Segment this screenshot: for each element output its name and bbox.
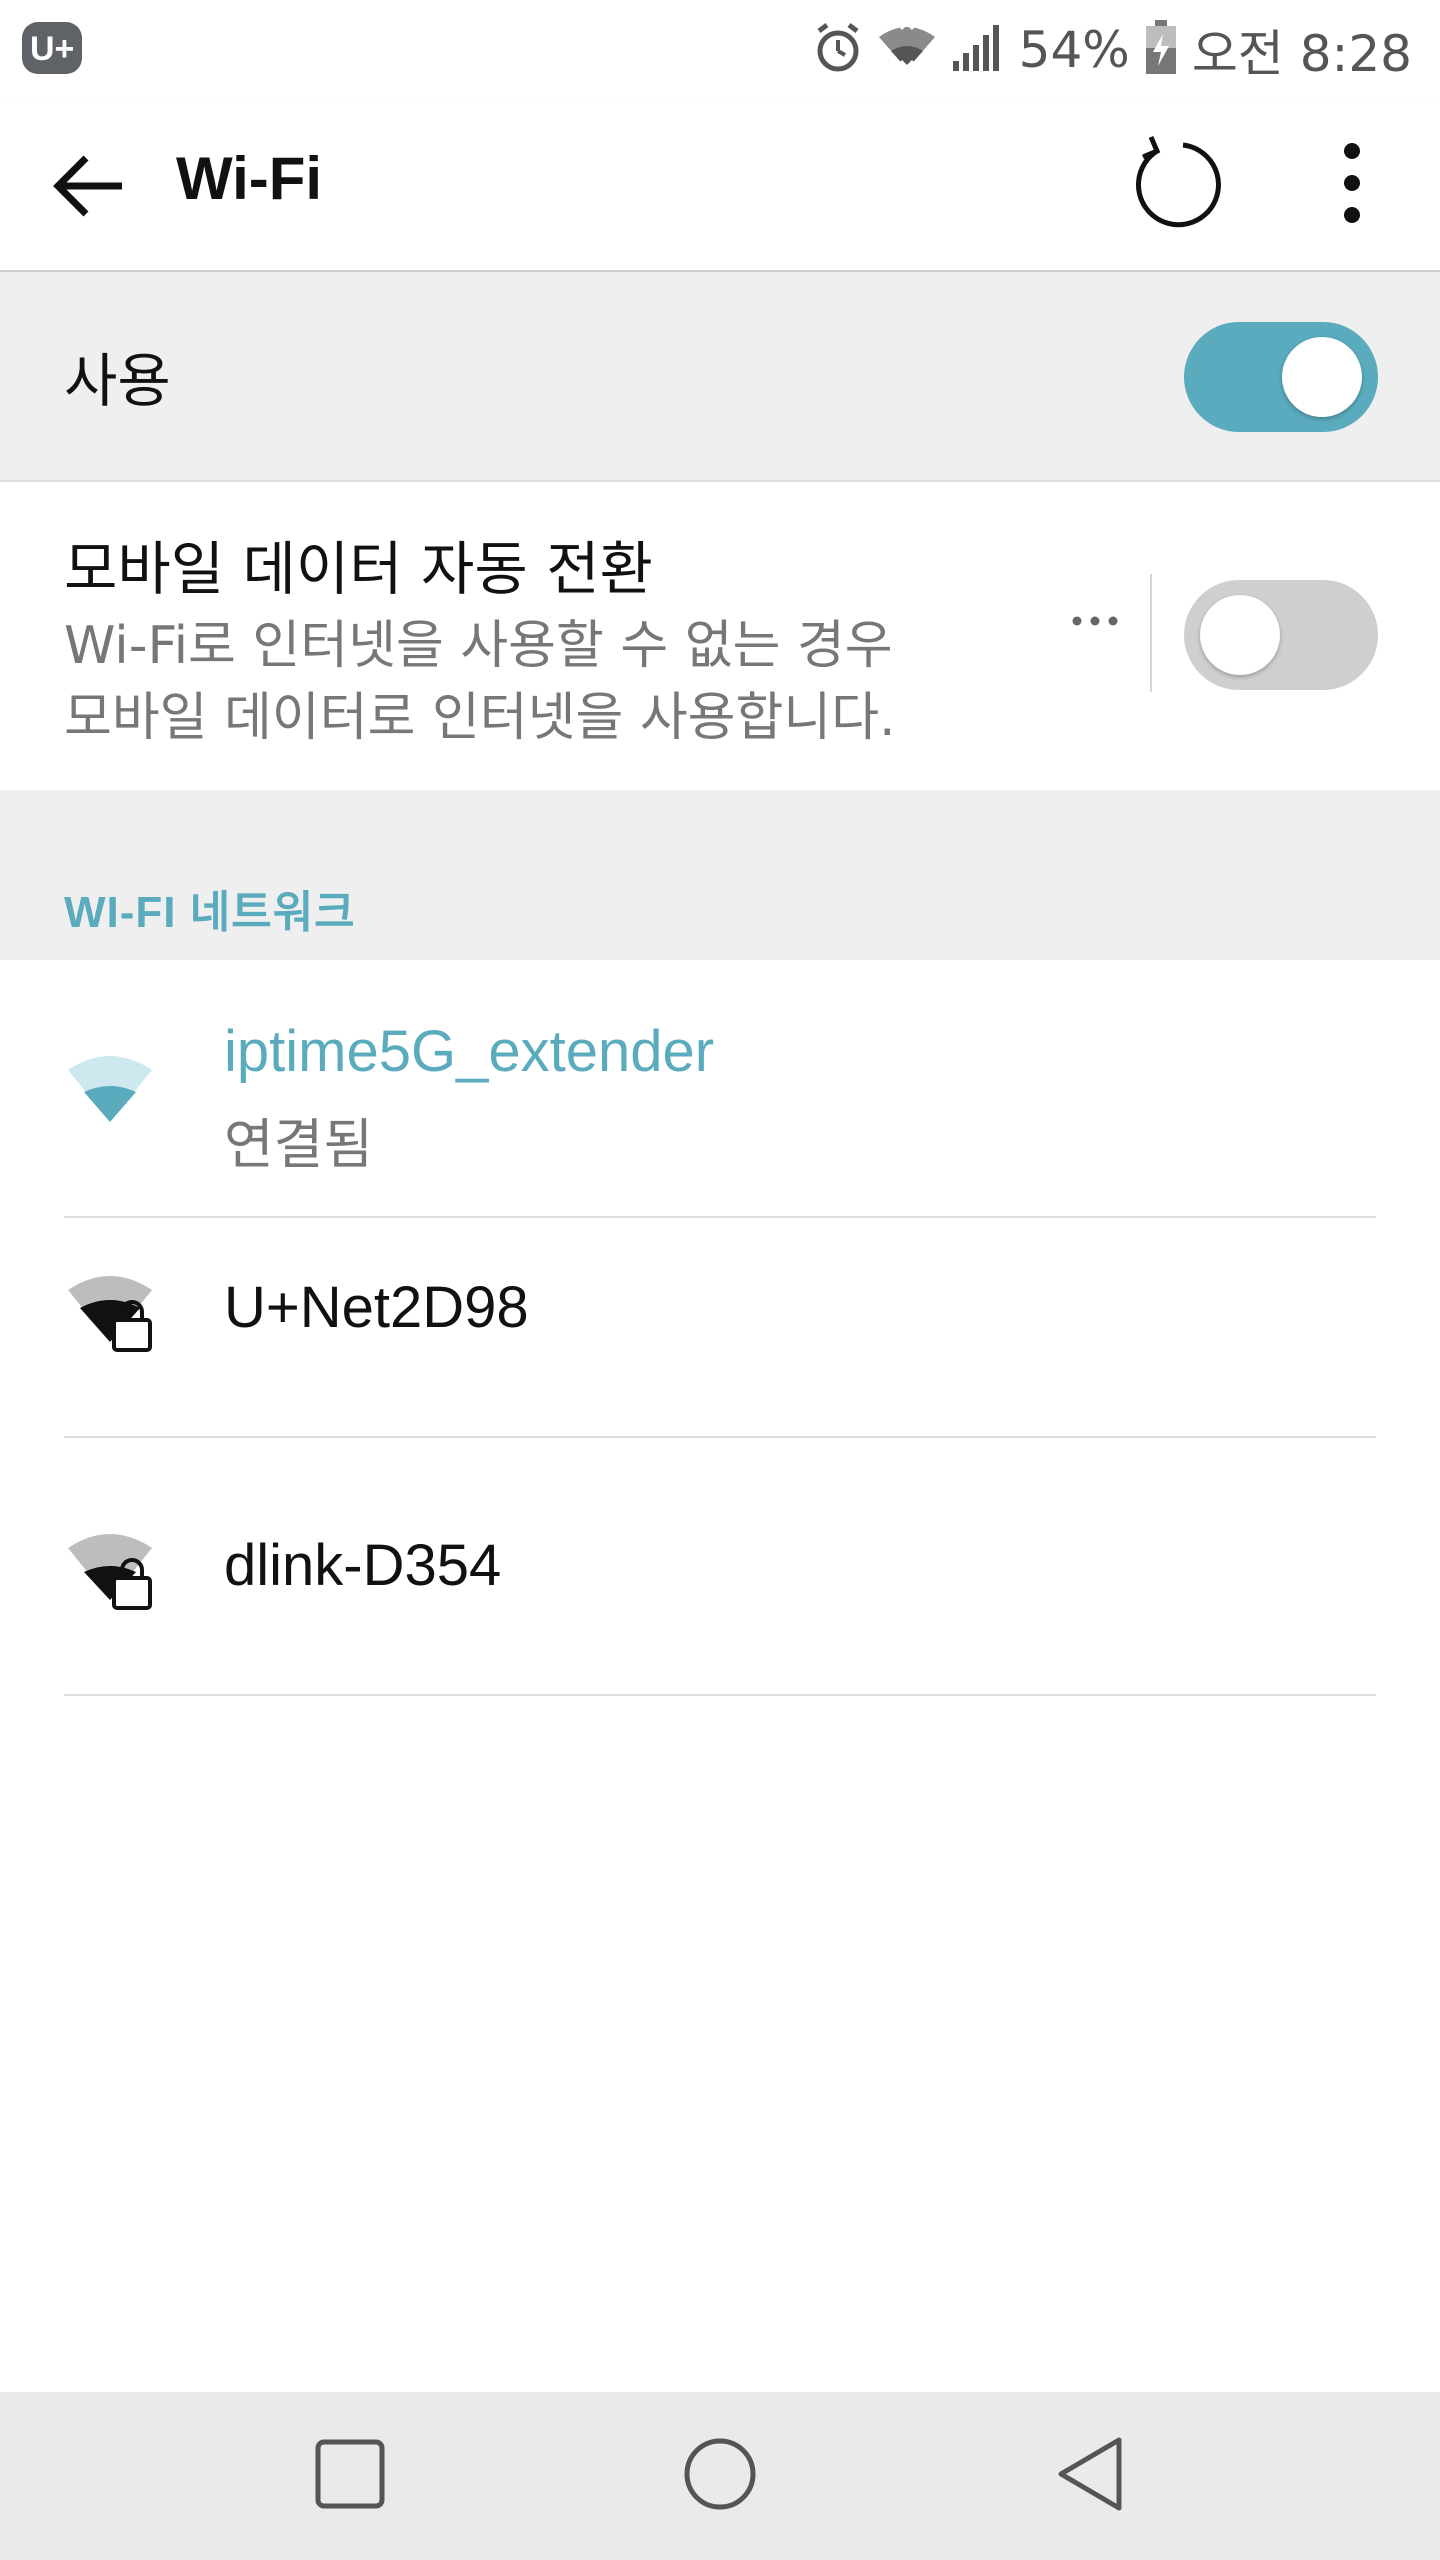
more-horiz-icon — [1072, 611, 1118, 630]
vertical-divider — [1150, 574, 1152, 692]
network-name: U+Net2D98 — [224, 1275, 529, 1340]
app-bar: Wi-Fi — [0, 100, 1440, 272]
mobile-data-title: 모바일 데이터 자동 전환 — [64, 535, 653, 603]
refresh-icon — [1127, 135, 1223, 235]
battery-charging-icon — [1144, 20, 1178, 80]
back-triangle-icon — [1055, 2436, 1125, 2516]
mobile-data-description: Wi-Fi로 인터넷을 사용할 수 없는 경우 모바일 데이터로 인터넷을 사용… — [64, 610, 1004, 754]
list-divider — [64, 1436, 1376, 1438]
back-nav-button[interactable] — [1030, 2416, 1150, 2536]
mobile-data-toggle[interactable] — [1184, 580, 1378, 690]
network-item-unet2d98[interactable]: U+Net2D98 — [0, 1218, 1440, 1474]
network-name: iptime5G_extender — [224, 1019, 715, 1084]
network-item-iptime5g-extender[interactable]: iptime5G_extender 연결됨 — [0, 960, 1440, 1218]
navigation-bar — [0, 2392, 1440, 2560]
wifi-toggle[interactable] — [1184, 322, 1378, 432]
home-icon — [682, 2436, 758, 2516]
carrier-logo-icon: U+ — [20, 20, 84, 76]
mobile-data-description-line2: 모바일 데이터로 인터넷을 사용합니다. — [64, 688, 896, 748]
wifi-master-switch-row[interactable]: 사용 — [0, 272, 1440, 482]
recents-icon — [314, 2438, 386, 2514]
network-item-dlink-d354[interactable]: dlink-D354 — [0, 1476, 1440, 1732]
status-bar: U+ 54% 오전 8:28 — [0, 0, 1440, 100]
wifi-master-label: 사용 — [64, 347, 171, 415]
toggle-knob — [1200, 595, 1280, 675]
section-header: WI-FI 네트워크 — [0, 790, 1440, 960]
arrow-back-icon — [50, 154, 126, 222]
refresh-button[interactable] — [1120, 130, 1230, 240]
alarm-icon — [813, 21, 863, 79]
section-header-label: WI-FI 네트워크 — [64, 888, 356, 937]
home-button[interactable] — [660, 2416, 780, 2536]
mobile-data-description-line1: Wi-Fi로 인터넷을 사용할 수 없는 경우 — [64, 616, 893, 676]
list-divider — [64, 1694, 1376, 1696]
mobile-data-more-button[interactable] — [1060, 600, 1130, 640]
mobile-data-switch-row[interactable]: 모바일 데이터 자동 전환 Wi-Fi로 인터넷을 사용할 수 없는 경우 모바… — [0, 482, 1440, 790]
status-icons: 54% 오전 8:28 — [813, 10, 1412, 90]
network-name: dlink-D354 — [224, 1533, 502, 1598]
recents-button[interactable] — [290, 2416, 410, 2536]
wifi-lock-icon — [62, 1268, 158, 1358]
clock: 오전 8:28 — [1191, 25, 1412, 83]
svg-text:U+: U+ — [30, 30, 74, 68]
wifi-signal-icon — [877, 20, 937, 77]
page-title: Wi-Fi — [176, 145, 323, 212]
cell-signal-icon — [951, 23, 1005, 77]
battery-percent: 54% — [1018, 21, 1130, 79]
network-status: 연결됨 — [224, 1113, 374, 1176]
wifi-connected-icon — [62, 1046, 158, 1136]
more-vert-icon — [1342, 141, 1362, 229]
wifi-lock-icon — [62, 1526, 158, 1616]
toggle-knob — [1282, 337, 1362, 417]
back-button[interactable] — [40, 140, 136, 236]
more-options-button[interactable] — [1300, 130, 1404, 240]
